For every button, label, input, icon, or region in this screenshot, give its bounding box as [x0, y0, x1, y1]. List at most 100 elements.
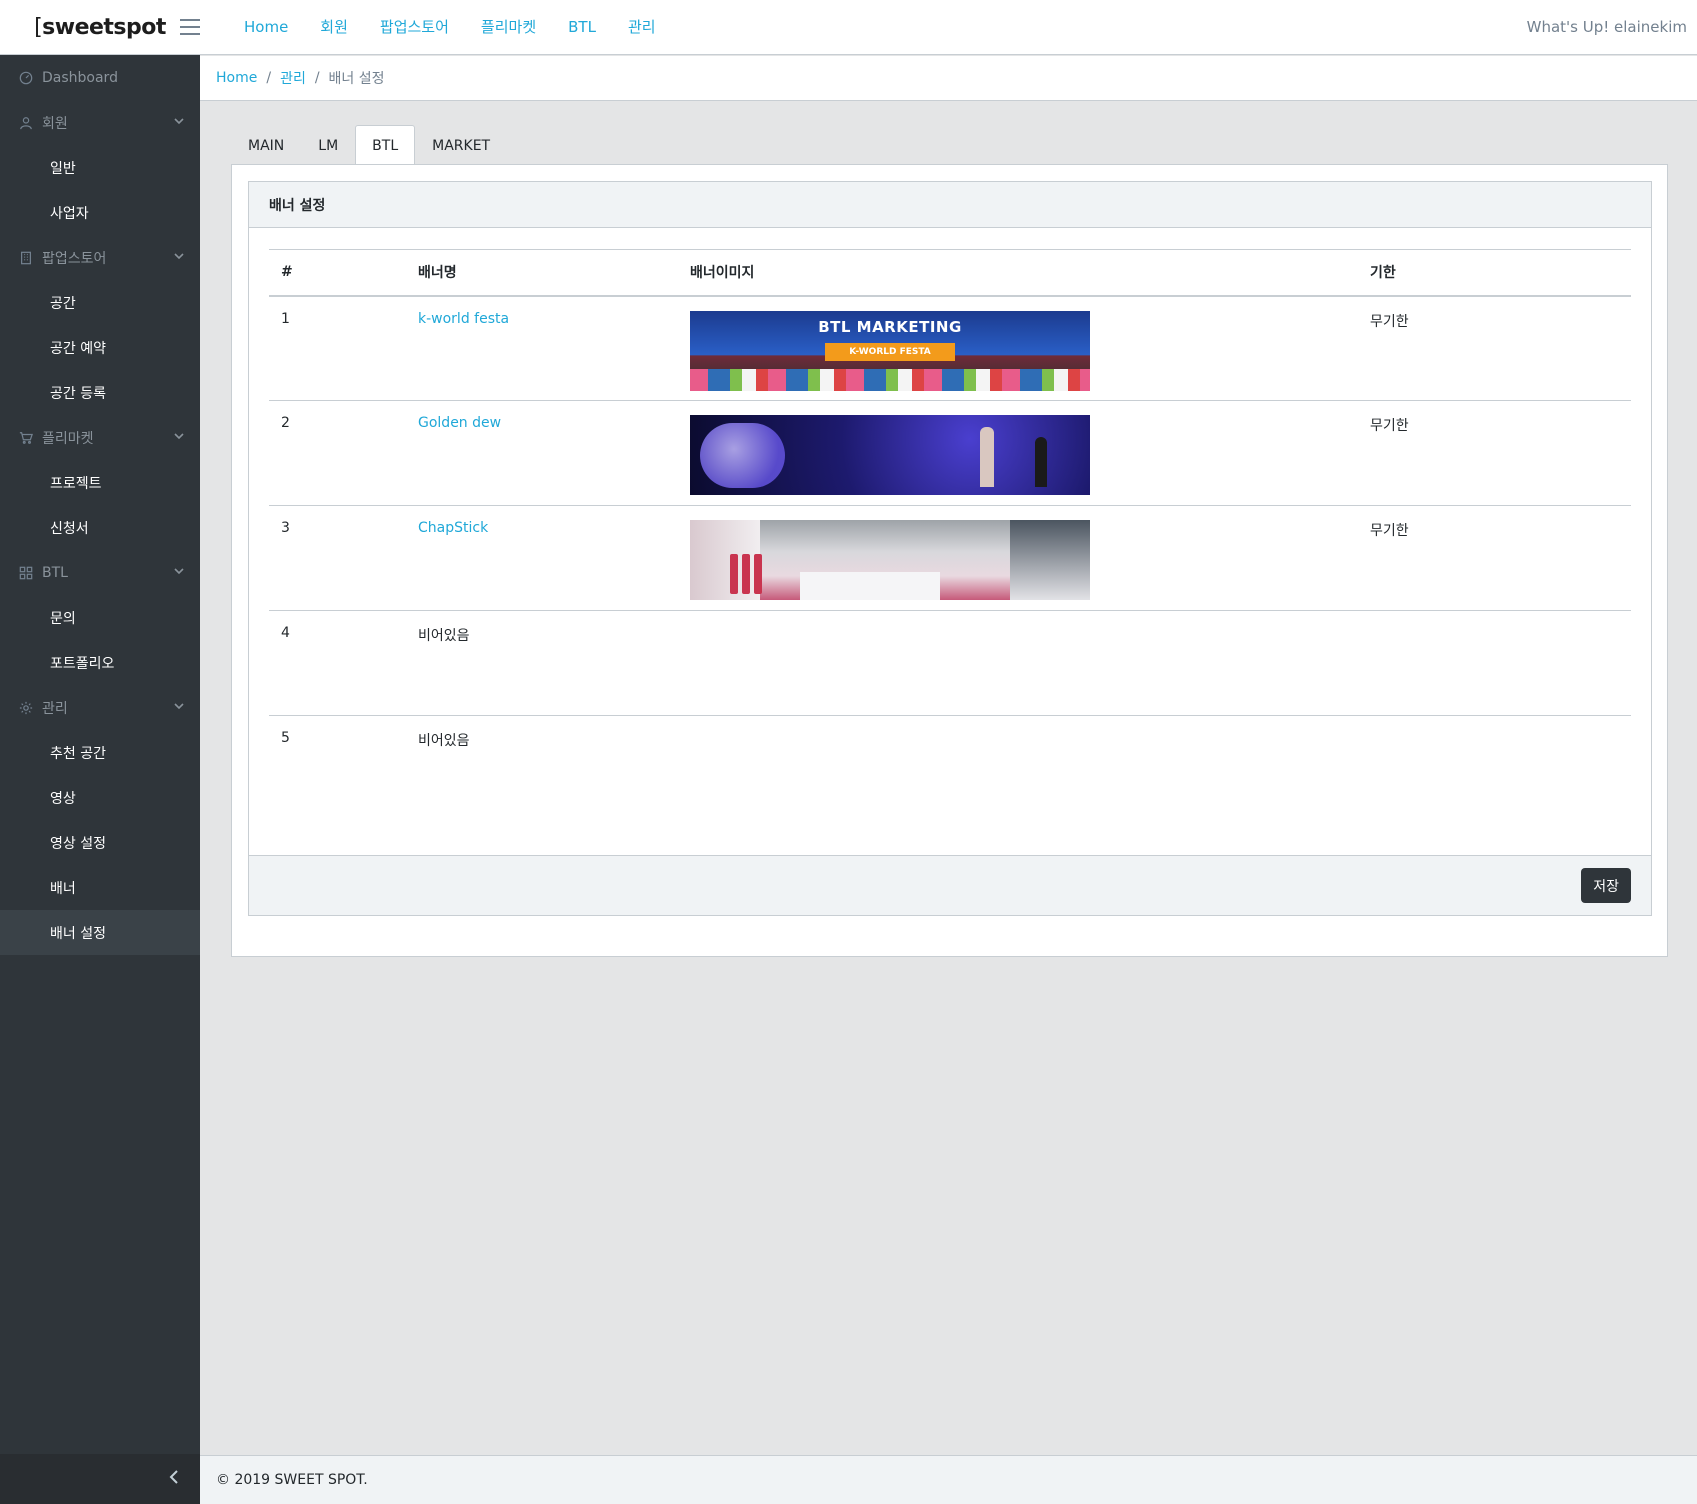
- row-number: 3: [269, 505, 406, 611]
- row-period: [1358, 610, 1631, 716]
- table-row: 4 비어있음: [269, 610, 1631, 716]
- sidebar-item-label: 관리: [42, 700, 68, 717]
- chevron-left-icon: [168, 1470, 180, 1488]
- sidebar-item-space-register[interactable]: 공간 등록: [0, 370, 200, 415]
- sidebar-item-dashboard[interactable]: Dashboard: [0, 55, 200, 100]
- sidebar-item-label: 공간 예약: [50, 340, 106, 357]
- sidebar-item-label: 프로젝트: [50, 475, 102, 492]
- sidebar-group-btl[interactable]: BTL: [0, 550, 200, 595]
- banner-name-link[interactable]: k-world festa: [418, 311, 509, 327]
- row-banner-name-cell: ChapStick: [406, 505, 678, 611]
- sidebar-item-portfolio[interactable]: 포트폴리오: [0, 640, 200, 685]
- sidebar-item-inquiry[interactable]: 문의: [0, 595, 200, 640]
- brand-logo[interactable]: [sweetspot: [0, 0, 200, 55]
- sidebar-toggle-icon[interactable]: [180, 19, 200, 35]
- sidebar-minimizer[interactable]: [0, 1454, 200, 1504]
- sidebar-item-label: 공간: [50, 295, 76, 312]
- sidebar-item-label: 팝업스토어: [42, 250, 107, 267]
- banner-name-link[interactable]: Golden dew: [418, 415, 501, 431]
- top-nav: Home 회원 팝업스토어 플리마켓 BTL 관리: [228, 0, 672, 55]
- row-number: 5: [281, 730, 290, 746]
- top-nav-popup-store[interactable]: 팝업스토어: [364, 0, 465, 55]
- top-nav-admin[interactable]: 관리: [612, 0, 672, 55]
- row-number: 1: [269, 295, 406, 401]
- sidebar-item-space-reservation[interactable]: 공간 예약: [0, 325, 200, 370]
- brand-bracket: [: [34, 14, 43, 40]
- app-footer: © 2019 SWEET SPOT.: [200, 1455, 1697, 1504]
- chapstick-banner-image[interactable]: [690, 520, 1090, 600]
- grid-icon: [18, 565, 34, 581]
- row-period: 무기한: [1358, 400, 1631, 506]
- table-row: 5 비어있음: [269, 716, 1631, 821]
- sidebar-group-admin[interactable]: 관리: [0, 685, 200, 730]
- banner-image-display-table: [800, 572, 940, 600]
- chevron-down-icon: [174, 699, 184, 715]
- sidebar-group-popup-store[interactable]: 팝업스토어: [0, 235, 200, 280]
- tab-btl[interactable]: BTL: [355, 125, 416, 165]
- sidebar-item-label: 문의: [50, 610, 76, 627]
- sidebar-item-video[interactable]: 영상: [0, 775, 200, 820]
- table-row: 3 ChapStick 무기한: [269, 505, 1631, 611]
- user-greeting[interactable]: What's Up! elainekim: [1527, 18, 1687, 36]
- sidebar-item-business[interactable]: 사업자: [0, 190, 200, 235]
- tab-market[interactable]: MARKET: [415, 125, 507, 165]
- banner-image-product: [730, 554, 738, 594]
- column-header-banner-name: 배너명: [406, 249, 678, 297]
- breadcrumb-home[interactable]: Home: [216, 70, 257, 86]
- top-nav-btl[interactable]: BTL: [552, 0, 612, 55]
- card-footer: 저장: [249, 855, 1651, 915]
- table-header-row: # 배너명 배너이미지 기한: [269, 249, 1631, 297]
- cart-icon: [18, 430, 34, 446]
- banner-image-sign: K-WORLD FESTA: [825, 342, 955, 361]
- row-number: 4: [269, 610, 406, 716]
- sidebar-item-banner[interactable]: 배너: [0, 865, 200, 910]
- row-period: 무기한: [1358, 505, 1631, 611]
- tab-main[interactable]: MAIN: [231, 125, 301, 165]
- card-title: 배너 설정: [249, 182, 1651, 228]
- banner-tabs: MAIN LM BTL MARKET: [231, 125, 507, 165]
- sidebar-item-space[interactable]: 공간: [0, 280, 200, 325]
- sidebar-item-recommended-space[interactable]: 추천 공간: [0, 730, 200, 775]
- banner-name-link[interactable]: ChapStick: [418, 520, 488, 536]
- banner-image-product: [754, 554, 762, 594]
- table-row: 1 k-world festa BTL MARKETING K-WORLD FE…: [269, 295, 1631, 401]
- tab-lm[interactable]: LM: [301, 125, 355, 165]
- sidebar-item-label: 신청서: [50, 520, 89, 537]
- sidebar-item-label: 배너 설정: [50, 925, 106, 942]
- tab-panel: 배너 설정 # 배너명 배너이미지 기한 1 k-world festa BTL…: [231, 164, 1668, 957]
- sidebar-item-video-settings[interactable]: 영상 설정: [0, 820, 200, 865]
- building-icon: [18, 250, 34, 266]
- k-world-festa-banner-image[interactable]: BTL MARKETING K-WORLD FESTA: [690, 310, 1090, 391]
- copyright-text: © 2019 SWEET SPOT.: [216, 1472, 368, 1488]
- row-banner-image-cell: BTL MARKETING K-WORLD FESTA: [678, 295, 1358, 401]
- banner-image-person: [980, 427, 994, 487]
- banner-table: # 배너명 배너이미지 기한 1 k-world festa BTL MARKE…: [269, 249, 1631, 821]
- row-banner-name-cell: k-world festa: [406, 295, 678, 401]
- sidebar-item-label: 추천 공간: [50, 745, 106, 762]
- user-icon: [18, 115, 34, 131]
- sidebar-group-members[interactable]: 회원: [0, 100, 200, 145]
- breadcrumb-separator: /: [314, 70, 320, 86]
- table-row: 2 Golden dew 무기한: [269, 400, 1631, 506]
- sidebar-group-flea-market[interactable]: 플리마켓: [0, 415, 200, 460]
- sidebar-item-label: 사업자: [50, 205, 89, 222]
- sidebar-item-project[interactable]: 프로젝트: [0, 460, 200, 505]
- sidebar-item-label: 배너: [50, 880, 76, 897]
- top-nav-flea-market[interactable]: 플리마켓: [465, 0, 552, 55]
- row-period: [1358, 716, 1631, 821]
- row-banner-image-cell: [678, 610, 1358, 716]
- brand-text: sweetspot: [42, 14, 166, 40]
- sidebar-item-label: BTL: [42, 564, 68, 581]
- sidebar-item-label: 영상 설정: [50, 835, 106, 852]
- top-nav-members[interactable]: 회원: [304, 0, 364, 55]
- sidebar-item-label: 회원: [42, 115, 68, 132]
- chevron-down-icon: [174, 249, 184, 265]
- sidebar-item-banner-settings[interactable]: 배너 설정: [0, 910, 200, 955]
- save-button[interactable]: 저장: [1581, 868, 1631, 903]
- top-nav-home[interactable]: Home: [228, 0, 304, 55]
- breadcrumb-admin[interactable]: 관리: [280, 68, 306, 88]
- golden-dew-banner-image[interactable]: [690, 415, 1090, 495]
- sidebar-item-general[interactable]: 일반: [0, 145, 200, 190]
- sidebar-item-application[interactable]: 신청서: [0, 505, 200, 550]
- breadcrumb-current: 배너 설정: [328, 71, 385, 87]
